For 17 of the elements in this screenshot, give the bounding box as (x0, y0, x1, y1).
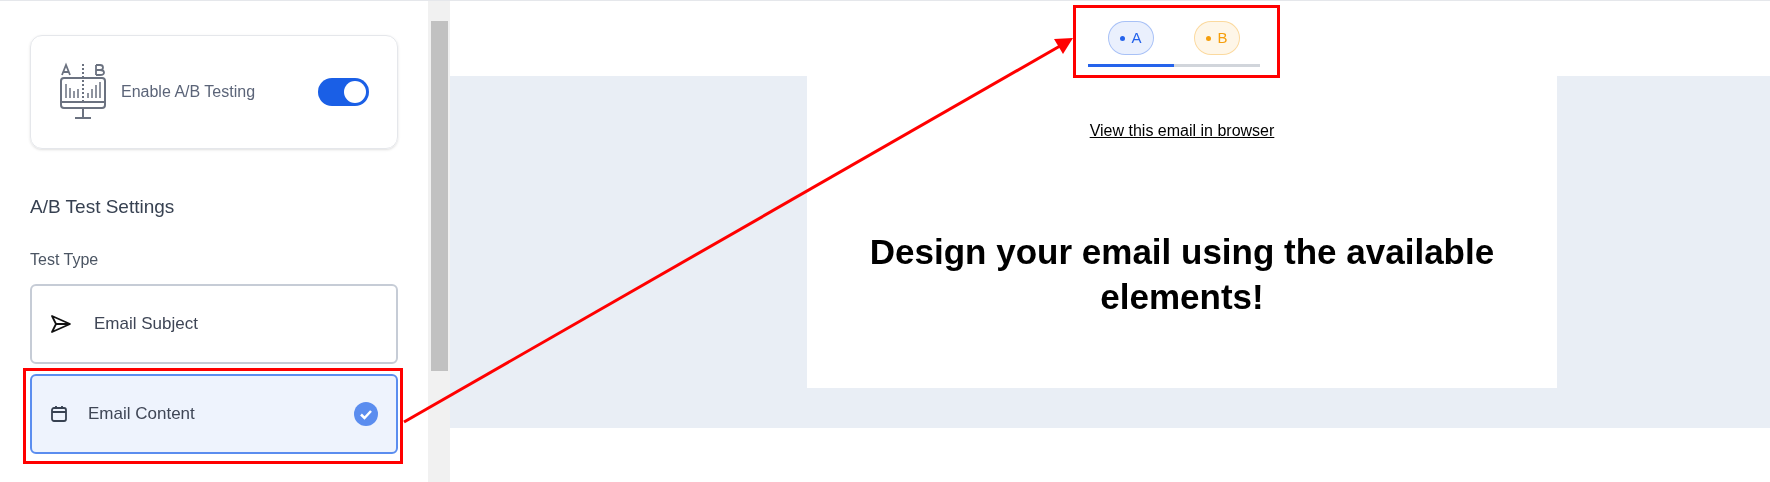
ab-chart-icon (59, 62, 107, 122)
option-label: Email Content (88, 402, 196, 425)
email-heading: Design your email using the available elements! (868, 231, 1496, 318)
toggle-switch[interactable] (318, 78, 369, 106)
field-label: Test Type (30, 249, 100, 270)
send-icon (50, 313, 72, 334)
calendar-icon (50, 404, 68, 423)
scrollbar-thumb[interactable] (431, 21, 448, 371)
scrollbar[interactable] (428, 1, 450, 482)
option-label: Email Subject (94, 312, 199, 335)
variant-tab[interactable]: A (1108, 21, 1154, 55)
option-card[interactable]: Email Content (30, 373, 398, 454)
check-circle-icon (354, 401, 378, 426)
option-card[interactable]: Email Subject (30, 283, 398, 364)
section-title: A/B Test Settings (30, 195, 176, 219)
toggle-label: Enable A/B Testing (121, 82, 257, 102)
browser-link[interactable]: View this email in browser (1089, 119, 1275, 143)
